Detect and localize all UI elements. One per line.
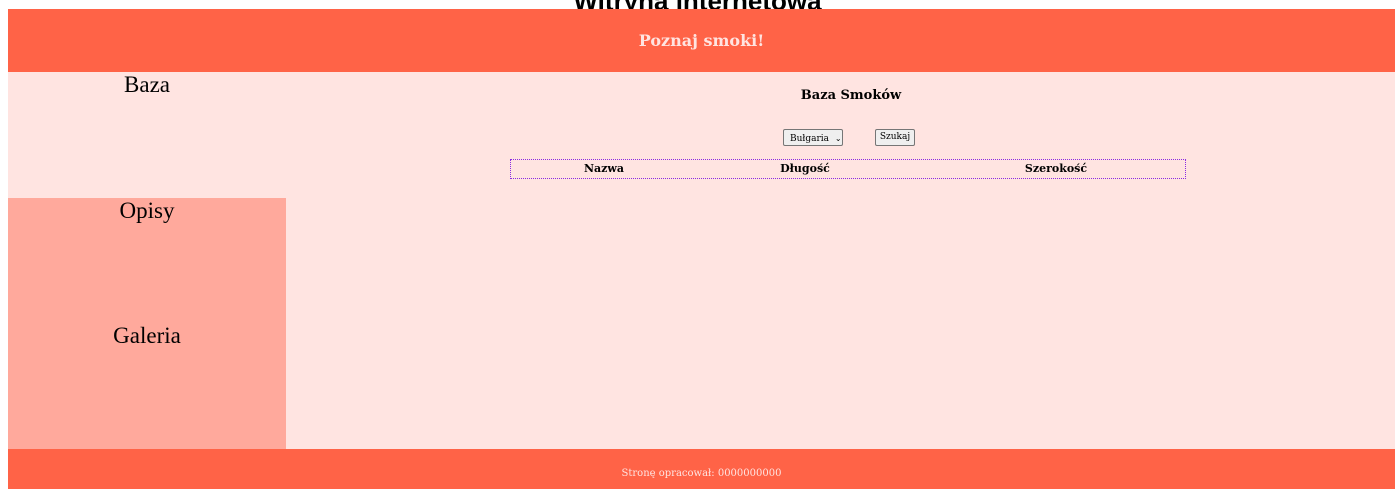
sidebar-bottom: Opisy Galeria — [8, 198, 286, 449]
footer-text: Stronę opracował: 0000000000 — [621, 468, 782, 479]
column-header-nazwa: Nazwa — [583, 162, 625, 175]
page: Witryna internetowa Poznaj smoki! Baza O… — [0, 0, 1395, 489]
nav-link-baza[interactable]: Baza — [8, 72, 286, 98]
nav-link-opisy[interactable]: Opisy — [8, 198, 286, 224]
search-button[interactable]: Szukaj — [875, 129, 915, 146]
column-header-szerokosc: Szerokość — [1024, 162, 1088, 175]
main-title: Baza Smoków — [800, 88, 902, 103]
column-header-dlugosc: Długość — [780, 162, 830, 175]
header-title: Poznaj smoki! — [638, 31, 765, 50]
sidebar-top: Baza — [8, 72, 286, 198]
chevron-down-icon: ⌄ — [834, 134, 842, 143]
country-select-value: Bułgaria — [790, 134, 830, 144]
footer: Stronę opracował: 0000000000 — [8, 449, 1395, 489]
dragons-table: Nazwa Długość Szerokość — [510, 159, 1186, 179]
country-select[interactable]: Bułgaria ⌄ — [783, 129, 843, 146]
main-content: Baza Smoków Bułgaria ⌄ Szukaj Nazwa Dług… — [286, 72, 1395, 449]
nav-link-galeria[interactable]: Galeria — [8, 323, 286, 349]
header-banner: Poznaj smoki! — [8, 9, 1395, 72]
